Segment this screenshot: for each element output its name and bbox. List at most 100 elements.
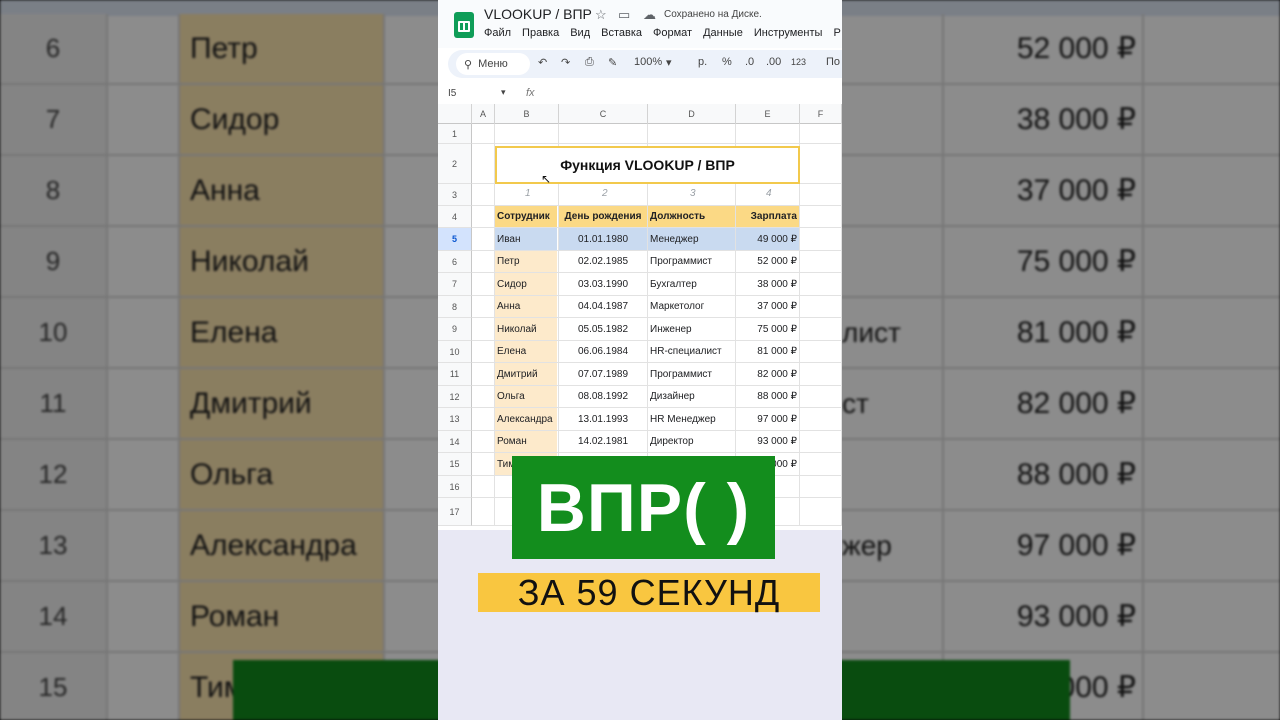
- print-icon[interactable]: ⎙: [585, 56, 594, 69]
- background-row-number: 8: [0, 156, 108, 225]
- background-cell: [108, 582, 180, 651]
- birthday-cell[interactable]: 08.08.1992: [559, 386, 647, 407]
- row-header[interactable]: 8: [438, 296, 472, 318]
- select-all-corner[interactable]: [438, 104, 472, 124]
- salary-cell[interactable]: 52 000 ₽: [736, 251, 799, 272]
- employee-name-cell[interactable]: Сидор: [495, 273, 557, 295]
- star-icon[interactable]: ☆: [595, 7, 607, 23]
- menu-item[interactable]: Р: [833, 27, 840, 39]
- increase-decimals-button[interactable]: .00: [766, 56, 781, 68]
- document-title[interactable]: VLOOKUP / ВПР: [484, 6, 592, 22]
- zoom-select[interactable]: 100%: [634, 56, 662, 68]
- birthday-cell[interactable]: 04.04.1987: [559, 296, 647, 317]
- table-header-cell[interactable]: Должность: [648, 206, 735, 227]
- employee-name-cell[interactable]: Роман: [495, 431, 557, 452]
- employee-name-cell[interactable]: Николай: [495, 318, 557, 340]
- row-header[interactable]: 12: [438, 386, 472, 408]
- row-header[interactable]: 15: [438, 453, 472, 476]
- row-header[interactable]: 7: [438, 273, 472, 296]
- position-cell[interactable]: Дизайнер: [648, 386, 735, 407]
- column-header[interactable]: B: [495, 104, 559, 124]
- row-header[interactable]: 5: [438, 228, 472, 251]
- salary-cell[interactable]: 82 000 ₽: [736, 363, 799, 385]
- menu-item[interactable]: Вид: [570, 27, 590, 39]
- row-header[interactable]: 11: [438, 363, 472, 386]
- menu-search-input[interactable]: ⚲ Меню: [456, 53, 530, 75]
- chevron-down-icon[interactable]: ▾: [501, 87, 506, 98]
- column-header[interactable]: D: [648, 104, 736, 124]
- position-cell[interactable]: Менеджер: [648, 228, 735, 250]
- row-header[interactable]: 17: [438, 498, 472, 526]
- employee-name-cell[interactable]: Ольга: [495, 386, 557, 407]
- paint-format-icon[interactable]: ✎: [608, 56, 617, 69]
- birthday-cell[interactable]: 06.06.1984: [559, 341, 647, 362]
- menu-item[interactable]: Формат: [653, 27, 692, 39]
- menu-search-placeholder: Меню: [478, 58, 508, 70]
- birthday-cell[interactable]: 13.01.1993: [559, 408, 647, 430]
- row-header[interactable]: 9: [438, 318, 472, 341]
- column-header[interactable]: A: [472, 104, 495, 124]
- number-format-button[interactable]: 123: [791, 57, 806, 67]
- employee-name-cell[interactable]: Анна: [495, 296, 557, 317]
- birthday-cell[interactable]: 03.03.1990: [559, 273, 647, 295]
- font-select[interactable]: По: [826, 56, 840, 68]
- position-cell[interactable]: Маркетолог: [648, 296, 735, 317]
- position-cell[interactable]: HR Менеджер: [648, 408, 735, 430]
- column-header[interactable]: C: [559, 104, 648, 124]
- salary-cell[interactable]: 93 000 ₽: [736, 431, 799, 452]
- undo-icon[interactable]: ↶: [538, 56, 547, 69]
- column-header[interactable]: F: [800, 104, 842, 124]
- column-header[interactable]: E: [736, 104, 800, 124]
- percent-format-button[interactable]: %: [722, 56, 732, 68]
- menu-item[interactable]: Файл: [484, 27, 511, 39]
- position-cell[interactable]: Программист: [648, 363, 735, 385]
- table-header-cell[interactable]: Сотрудник: [495, 206, 557, 227]
- employee-name-cell[interactable]: Иван: [495, 228, 557, 250]
- position-cell[interactable]: Бухгалтер: [648, 273, 735, 295]
- row-header[interactable]: 13: [438, 408, 472, 431]
- employee-name-cell[interactable]: Петр: [495, 251, 557, 272]
- birthday-cell[interactable]: 01.01.1980: [559, 228, 647, 250]
- row-header[interactable]: 6: [438, 251, 472, 273]
- name-box[interactable]: I5: [448, 88, 456, 99]
- salary-cell[interactable]: 81 000 ₽: [736, 341, 799, 362]
- menu-item[interactable]: Правка: [522, 27, 559, 39]
- move-folder-icon[interactable]: ▭: [618, 7, 630, 23]
- salary-cell[interactable]: 97 000 ₽: [736, 408, 799, 430]
- menu-item[interactable]: Данные: [703, 27, 743, 39]
- row-header[interactable]: 16: [438, 476, 472, 498]
- position-cell[interactable]: HR-специалист: [648, 341, 735, 362]
- birthday-cell[interactable]: 02.02.1985: [559, 251, 647, 272]
- row-header[interactable]: 14: [438, 431, 472, 453]
- row-header[interactable]: 3: [438, 184, 472, 206]
- salary-cell[interactable]: 75 000 ₽: [736, 318, 799, 340]
- salary-cell[interactable]: 38 000 ₽: [736, 273, 799, 295]
- currency-format-button[interactable]: р.: [698, 56, 707, 68]
- sheets-logo-icon[interactable]: [454, 12, 474, 38]
- birthday-cell[interactable]: 05.05.1982: [559, 318, 647, 340]
- employee-name-cell[interactable]: Александра: [495, 408, 557, 430]
- decrease-decimals-button[interactable]: .0: [745, 56, 754, 68]
- position-cell[interactable]: Инженер: [648, 318, 735, 340]
- birthday-cell[interactable]: 14.02.1981: [559, 431, 647, 452]
- salary-cell[interactable]: 37 000 ₽: [736, 296, 799, 317]
- employee-name-cell[interactable]: Елена: [495, 341, 557, 362]
- row-header[interactable]: 2: [438, 144, 472, 184]
- redo-icon[interactable]: ↷: [561, 56, 570, 69]
- row-header[interactable]: 1: [438, 124, 472, 144]
- position-cell[interactable]: Программист: [648, 251, 735, 272]
- menu-item[interactable]: Инструменты: [754, 27, 823, 39]
- birthday-cell[interactable]: 07.07.1989: [559, 363, 647, 385]
- chevron-down-icon[interactable]: ▾: [666, 56, 672, 69]
- employee-name-cell[interactable]: Дмитрий: [495, 363, 557, 385]
- row-header[interactable]: 4: [438, 206, 472, 228]
- salary-cell[interactable]: 49 000 ₽: [736, 228, 799, 250]
- row-header[interactable]: 10: [438, 341, 472, 363]
- table-header-cell[interactable]: Зарплата: [736, 206, 799, 227]
- salary-cell[interactable]: 88 000 ₽: [736, 386, 799, 407]
- table-header-cell[interactable]: День рождения: [559, 206, 647, 227]
- menu-item[interactable]: Вставка: [601, 27, 642, 39]
- background-name-cell: Дмитрий: [180, 369, 385, 438]
- position-cell[interactable]: Директор: [648, 431, 735, 452]
- cloud-icon[interactable]: ☁: [643, 7, 656, 23]
